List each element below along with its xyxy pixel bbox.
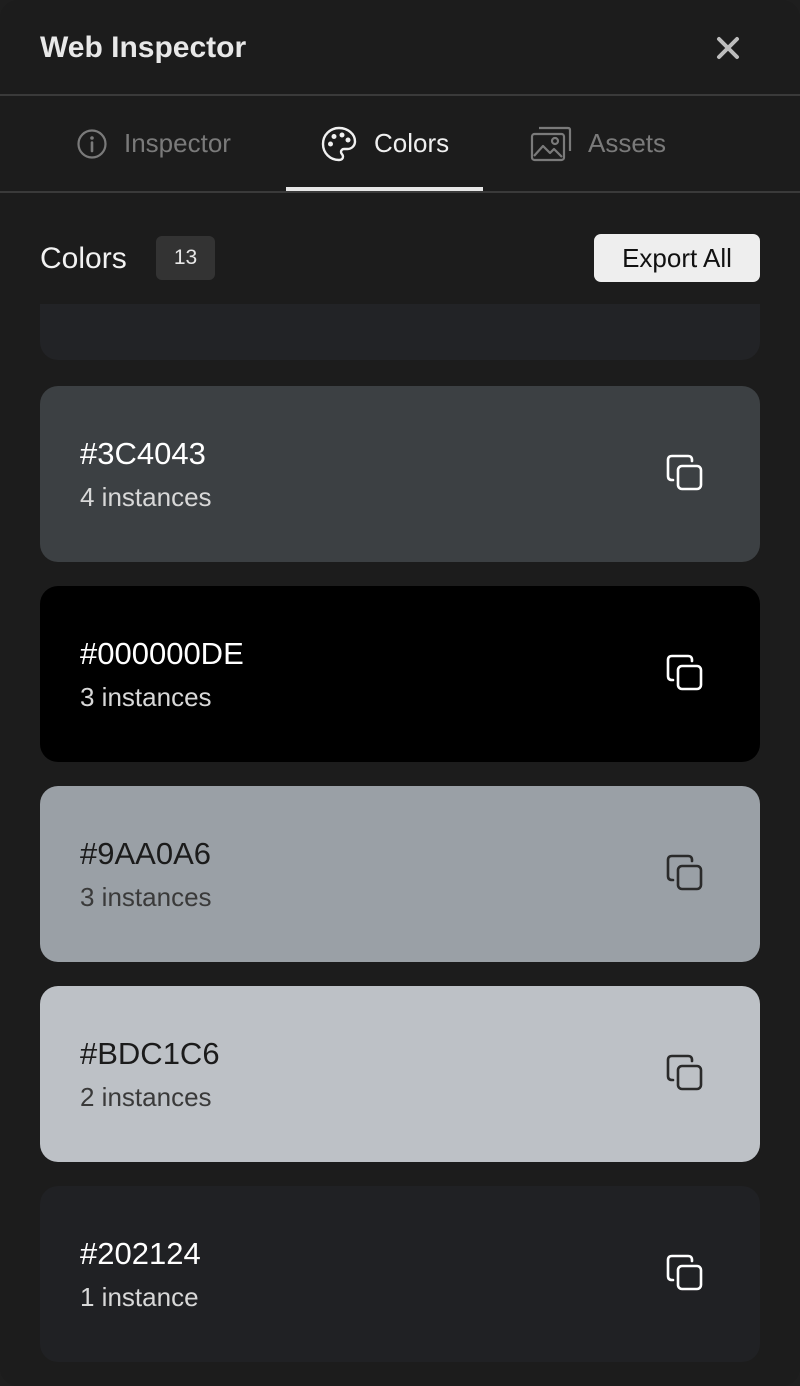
tab-colors[interactable]: Colors bbox=[320, 96, 449, 191]
copy-button[interactable] bbox=[658, 1246, 712, 1300]
active-tab-indicator bbox=[286, 187, 483, 191]
tab-label: Assets bbox=[588, 128, 667, 158]
copy-icon bbox=[666, 1054, 703, 1091]
close-button[interactable] bbox=[706, 26, 750, 70]
tab-inspector[interactable]: Inspector bbox=[76, 96, 231, 191]
tab-bar: Inspector Colors Assets bbox=[0, 96, 800, 193]
panel-title: Web Inspector bbox=[40, 31, 247, 64]
color-count-badge: 13 bbox=[156, 236, 215, 280]
color-instances: 2 instances bbox=[80, 1082, 212, 1112]
copy-icon bbox=[666, 654, 703, 691]
color-card[interactable]: #000000DE 3 instances bbox=[40, 586, 760, 762]
color-card[interactable]: #BDC1C6 2 instances bbox=[40, 986, 760, 1162]
color-list[interactable]: #3C4043 4 instances #000000DE 3 instance… bbox=[0, 304, 800, 1386]
color-card-partial bbox=[40, 304, 760, 360]
tab-label: Colors bbox=[374, 128, 450, 158]
copy-button[interactable] bbox=[658, 846, 712, 900]
copy-button[interactable] bbox=[658, 446, 712, 500]
copy-button[interactable] bbox=[658, 1046, 712, 1100]
color-card[interactable]: #9AA0A6 3 instances bbox=[40, 786, 760, 962]
copy-button[interactable] bbox=[658, 646, 712, 700]
color-hex: #9AA0A6 bbox=[80, 836, 211, 871]
color-hex: #000000DE bbox=[80, 636, 244, 671]
web-inspector-panel: Web Inspector Inspector Colors Assets Co… bbox=[0, 0, 800, 1386]
color-card[interactable]: #3C4043 4 instances bbox=[40, 386, 760, 562]
copy-icon bbox=[666, 854, 703, 891]
palette-icon bbox=[320, 125, 358, 163]
info-icon bbox=[76, 128, 108, 160]
color-card[interactable]: #202124 1 instance bbox=[40, 1186, 760, 1362]
tab-label: Inspector bbox=[124, 128, 231, 158]
color-instances: 4 instances bbox=[80, 482, 212, 512]
color-instances: 3 instances bbox=[80, 882, 212, 912]
color-hex: #BDC1C6 bbox=[80, 1036, 220, 1071]
panel-header: Web Inspector bbox=[0, 0, 800, 96]
copy-icon bbox=[666, 454, 703, 491]
color-hex: #3C4043 bbox=[80, 436, 206, 471]
image-icon bbox=[530, 125, 572, 163]
tab-assets[interactable]: Assets bbox=[530, 96, 666, 191]
color-hex: #202124 bbox=[80, 1236, 201, 1271]
copy-icon bbox=[666, 1254, 703, 1291]
export-all-button[interactable]: Export All bbox=[594, 234, 760, 282]
color-instances: 1 instance bbox=[80, 1282, 199, 1312]
color-instances: 3 instances bbox=[80, 682, 212, 712]
close-icon bbox=[717, 37, 739, 59]
section-title: Colors bbox=[40, 242, 127, 275]
